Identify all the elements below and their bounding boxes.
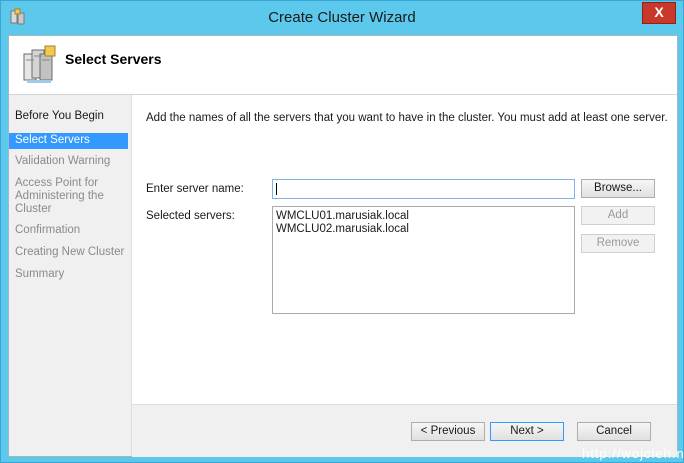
window-title: Create Cluster Wizard (268, 9, 416, 26)
add-button[interactable]: Add (581, 206, 655, 225)
server-name-input[interactable] (272, 179, 575, 199)
wizard-window: Create Cluster Wizard X Select Servers B… (0, 0, 684, 463)
list-item[interactable]: WMCLU02.marusiak.local (276, 223, 409, 235)
instructions-text: Add the names of all the servers that yo… (146, 112, 668, 124)
content-panel: Add the names of all the servers that yo… (132, 95, 677, 404)
server-name-label: Enter server name: (146, 183, 244, 195)
cancel-button[interactable]: Cancel (577, 422, 651, 441)
previous-button[interactable]: < Previous (411, 422, 485, 441)
selected-servers-label: Selected servers: (146, 210, 235, 222)
list-item[interactable]: WMCLU01.marusiak.local (276, 210, 409, 222)
watermark-text: http://wojcieh.ne (582, 446, 684, 461)
step-validation-warning: Validation Warning (15, 155, 111, 167)
remove-button[interactable]: Remove (581, 234, 655, 253)
step-before-you-begin[interactable]: Before You Begin (9, 110, 128, 124)
wizard-frame: Select Servers Before You Begin Select S… (8, 35, 678, 457)
wizard-header: Select Servers (9, 36, 677, 95)
server-stack-icon (23, 45, 56, 83)
step-summary: Summary (15, 268, 65, 280)
title-bar[interactable]: Create Cluster Wizard X (1, 1, 683, 35)
step-access-point: Access Point for Administering the Clust… (15, 177, 104, 215)
next-button[interactable]: Next > (490, 422, 564, 441)
step-creating-new-cluster: Creating New Cluster (15, 246, 125, 258)
step-confirmation: Confirmation (15, 224, 81, 236)
close-button[interactable]: X (642, 2, 676, 24)
browse-button[interactable]: Browse... (581, 179, 655, 198)
wizard-step-list: Before You Begin Select Servers Validati… (9, 95, 132, 456)
text-caret (276, 183, 277, 195)
step-select-servers[interactable]: Select Servers (9, 133, 128, 149)
selected-servers-list[interactable]: WMCLU01.marusiak.local WMCLU02.marusiak.… (272, 206, 575, 314)
page-title: Select Servers (65, 51, 162, 67)
